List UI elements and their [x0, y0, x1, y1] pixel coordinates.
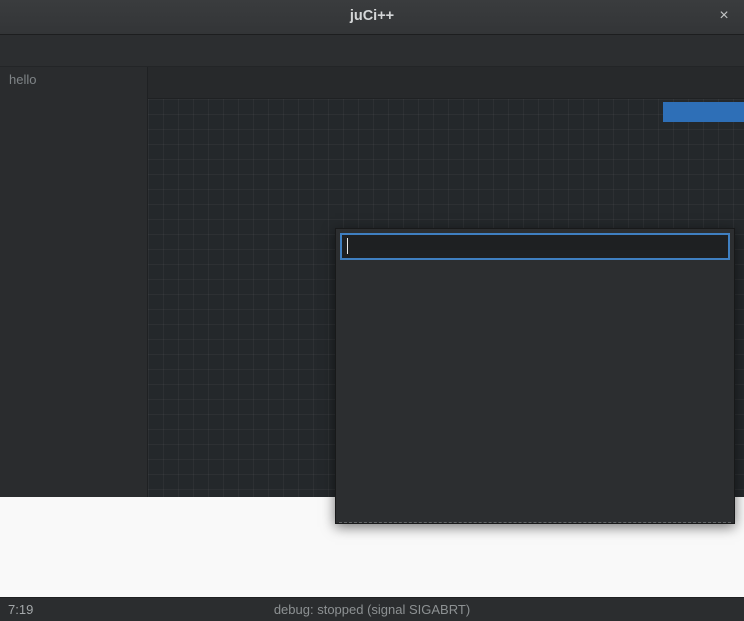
menubar [0, 35, 744, 67]
cursor-position: 7:19 [8, 602, 33, 617]
backtrace-popup [335, 228, 735, 524]
backtrace-filter-input[interactable] [340, 233, 730, 260]
debug-status-message: debug: stopped (signal SIGABRT) [0, 602, 744, 617]
project-name: hello [0, 67, 147, 92]
scrollbar-thumb[interactable] [663, 102, 744, 122]
window-title: juCi++ [0, 8, 744, 24]
tab-bar [148, 67, 744, 99]
jucipp-window: juCi++ × hello 7:19 debug: stopped (sign… [0, 0, 744, 621]
titlebar[interactable]: juCi++ × [0, 0, 744, 35]
file-tree-panel: hello [0, 67, 148, 497]
status-bar: 7:19 debug: stopped (signal SIGABRT) [0, 597, 744, 621]
text-caret [347, 238, 348, 254]
close-window-button[interactable]: × [714, 7, 734, 25]
